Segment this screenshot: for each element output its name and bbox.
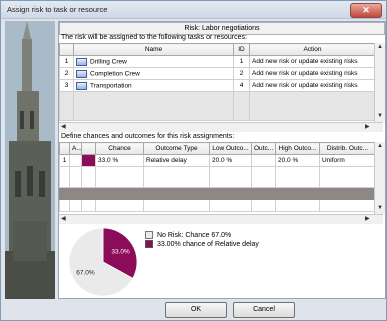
pie-label-no-risk: 67.0% <box>76 269 95 276</box>
outcomes-horizontal-scrollbar[interactable]: ◀ ▶ <box>59 214 383 224</box>
pie-label-risk: 33.0% <box>111 249 130 256</box>
row-number: 2 <box>59 67 74 80</box>
task-name-cell[interactable]: Transportation <box>73 79 234 92</box>
high-outcome-cell[interactable]: 20.0 % <box>275 154 320 167</box>
low-outcome-cell[interactable]: 20.0 % <box>209 154 252 167</box>
distribution-cell[interactable]: Uniform <box>319 154 376 167</box>
col-low-outcome[interactable]: Low Outco... <box>209 142 252 155</box>
cancel-button[interactable]: Cancel <box>233 302 295 318</box>
col-color <box>81 142 96 155</box>
legend-swatch <box>145 240 153 249</box>
table-row[interactable]: 2 Completion Crew 2 Add new risk or upda… <box>59 67 376 80</box>
a-cell[interactable] <box>69 154 82 167</box>
close-button[interactable]: ✕ <box>350 3 382 18</box>
scroll-up-icon[interactable]: ▲ <box>377 44 383 50</box>
cathedral-photo <box>5 21 55 299</box>
risk-pie-chart: 33.0% 67.0% <box>68 227 138 297</box>
col-chance[interactable]: Chance <box>95 142 144 155</box>
col-a[interactable]: A... <box>69 142 82 155</box>
task-action[interactable]: Add new risk or update existing risks <box>249 79 376 92</box>
task-name-cell[interactable]: Completion Crew <box>73 67 234 80</box>
tasks-horizontal-scrollbar[interactable]: ◀ ▶ <box>59 122 383 132</box>
task-icon <box>76 69 87 78</box>
dialog-content: Risk: Labor negotiations The risk will b… <box>58 21 386 299</box>
table-row[interactable]: 1 Drilling Crew 1 Add new risk or update… <box>59 55 376 68</box>
color-swatch <box>81 154 96 167</box>
window-title: Assign risk to task or resource <box>7 5 108 14</box>
task-id: 4 <box>233 79 250 92</box>
task-id: 2 <box>233 67 250 80</box>
outcomes-table: A... Chance Outcome Type Low Outco... Ou… <box>59 142 376 212</box>
outcome-cell[interactable] <box>251 154 276 167</box>
legend-label: No Risk: Chance 67.0% <box>156 232 232 239</box>
chance-cell[interactable]: 33.0 % <box>95 154 144 167</box>
task-icon <box>76 81 87 90</box>
assign-risk-dialog: Assign risk to task or resource ✕ Risk: … <box>0 0 387 321</box>
legend-item: No Risk: Chance 67.0% <box>145 231 259 240</box>
row-header-corner <box>59 142 70 155</box>
row-number: 1 <box>59 55 74 68</box>
scroll-right-icon[interactable]: ▶ <box>365 123 370 130</box>
row-number: 3 <box>59 79 74 92</box>
col-id[interactable]: ID <box>233 43 250 56</box>
col-outcome[interactable]: Outc... <box>251 142 276 155</box>
legend-swatch <box>145 231 153 240</box>
risk-pie-panel: 33.0% 67.0% No Risk: Chance 67.0% 33.00% … <box>59 225 385 298</box>
col-action[interactable]: Action <box>249 43 376 56</box>
task-action[interactable]: Add new risk or update existing risks <box>249 67 376 80</box>
col-outcome-type[interactable]: Outcome Type <box>143 142 210 155</box>
task-name: Completion Crew <box>90 70 140 78</box>
pie-legend: No Risk: Chance 67.0% 33.00% chance of R… <box>145 231 259 249</box>
outcomes-vertical-scrollbar[interactable]: ▲ ▼ <box>374 142 385 214</box>
tasks-table: Name ID Action 1 Drilling Crew 1 Add new… <box>59 43 376 121</box>
scroll-left-icon[interactable]: ◀ <box>61 215 66 222</box>
col-high-outcome[interactable]: High Outco... <box>275 142 320 155</box>
legend-item: 33.00% chance of Relative delay <box>145 240 259 249</box>
task-name-cell[interactable]: Drilling Crew <box>73 55 234 68</box>
task-name: Drilling Crew <box>90 58 127 66</box>
task-icon <box>76 57 87 66</box>
col-name[interactable]: Name <box>73 43 234 56</box>
scroll-left-icon[interactable]: ◀ <box>61 123 66 130</box>
tasks-vertical-scrollbar[interactable]: ▲ ▼ <box>374 43 385 122</box>
ok-button[interactable]: OK <box>165 302 227 318</box>
table-row[interactable]: 1 33.0 % Relative delay 20.0 % 20.0 % Un… <box>59 154 376 167</box>
scroll-down-icon[interactable]: ▼ <box>377 205 383 211</box>
row-number: 1 <box>59 154 70 167</box>
legend-label: 33.00% chance of Relative delay <box>156 241 259 248</box>
table-row[interactable]: 3 Transportation 4 Add new risk or updat… <box>59 79 376 92</box>
scroll-down-icon[interactable]: ▼ <box>377 113 383 119</box>
task-id: 1 <box>233 55 250 68</box>
assign-label: The risk will be assigned to the followi… <box>61 34 247 41</box>
col-distribution[interactable]: Distrib. Outc... <box>319 142 376 155</box>
title-bar: Assign risk to task or resource ✕ <box>1 1 386 19</box>
outcome-type-cell[interactable]: Relative delay <box>143 154 210 167</box>
scroll-right-icon[interactable]: ▶ <box>365 215 370 222</box>
task-action[interactable]: Add new risk or update existing risks <box>249 55 376 68</box>
task-name: Transportation <box>90 82 132 90</box>
chances-label: Define chances and outcomes for this ris… <box>61 133 235 140</box>
row-header-corner <box>59 43 74 56</box>
scroll-up-icon[interactable]: ▲ <box>377 143 383 149</box>
